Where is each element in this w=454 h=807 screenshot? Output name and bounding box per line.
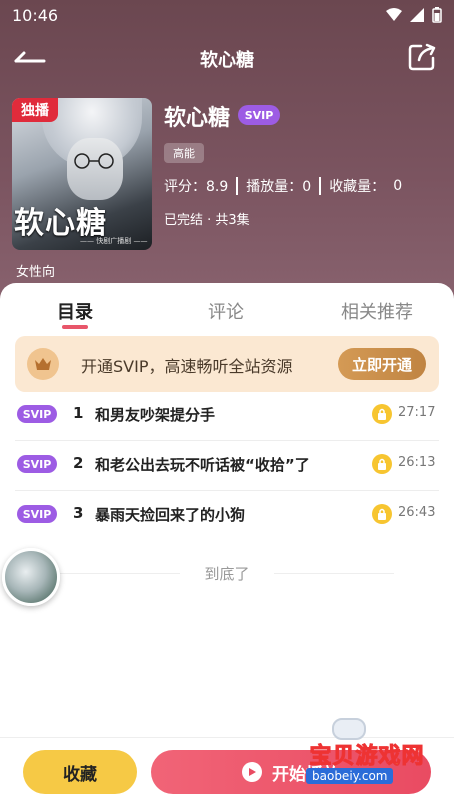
favorite-count-label: 收藏量： bbox=[329, 179, 386, 195]
episode-row[interactable]: SVIP 3 暴雨天捡回来了的小狗 26:43 bbox=[15, 491, 439, 541]
album-title: 软心糖 bbox=[164, 106, 231, 131]
tab-bar: 目录 评论 相关推荐 bbox=[0, 298, 454, 328]
episode-duration: 27:17 bbox=[398, 405, 436, 420]
episode-number: 3 bbox=[73, 504, 84, 522]
status-bar: 10:46 bbox=[0, 0, 454, 30]
svip-badge: SVIP bbox=[17, 455, 57, 473]
top-bar: 软心糖 bbox=[0, 38, 454, 78]
open-svip-button[interactable]: 立即开通 bbox=[338, 348, 426, 380]
lock-icon bbox=[372, 404, 392, 424]
play-icon bbox=[242, 762, 262, 782]
episode-row[interactable]: SVIP 2 和老公出去玩不听话被“收拾”了 26:13 bbox=[15, 441, 439, 491]
episode-row[interactable]: SVIP 1 和男友吵架提分手 27:17 bbox=[15, 391, 439, 441]
favorite-count: 0 bbox=[393, 178, 403, 194]
status-time: 10:46 bbox=[12, 5, 59, 25]
svip-badge: SVIP bbox=[17, 405, 57, 423]
cover-caption: —— 快剧广播剧 —— bbox=[80, 237, 148, 245]
share-button[interactable] bbox=[407, 42, 437, 72]
watermark-url: baobeiy.com bbox=[306, 768, 394, 784]
episode-number: 2 bbox=[73, 454, 84, 472]
tab-recommendations[interactable]: 相关推荐 bbox=[341, 298, 413, 324]
lock-icon bbox=[372, 504, 392, 524]
episode-title: 和老公出去玩不听话被“收拾”了 bbox=[95, 456, 310, 474]
promo-text: 开通SVIP，高速畅听全站资源 bbox=[81, 357, 293, 376]
watermark-logo: 宝贝游戏网 baobeiy.com bbox=[282, 718, 452, 804]
watermark-text: 宝贝游戏网 bbox=[309, 744, 425, 770]
signal-icon bbox=[410, 8, 424, 22]
episode-number: 1 bbox=[73, 404, 84, 422]
episode-title: 暴雨天捡回来了的小狗 bbox=[95, 506, 246, 524]
episode-title: 和男友吵架提分手 bbox=[95, 406, 216, 424]
play-count: 播放量：0 bbox=[246, 179, 312, 195]
album-stats: 评分：8.9 播放量：0 收藏量： 0 bbox=[164, 176, 402, 196]
svip-badge: SVIP bbox=[238, 105, 280, 125]
lock-icon bbox=[372, 454, 392, 474]
gamepad-icon bbox=[332, 718, 366, 740]
collect-button[interactable]: 收藏 bbox=[23, 750, 137, 794]
wifi-icon bbox=[386, 8, 402, 21]
episode-duration: 26:43 bbox=[398, 505, 436, 520]
rating: 评分：8.9 bbox=[164, 179, 229, 195]
crown-icon bbox=[27, 348, 59, 380]
battery-icon bbox=[432, 7, 442, 23]
tab-catalog[interactable]: 目录 bbox=[57, 298, 93, 324]
share-icon bbox=[408, 43, 436, 71]
glasses-icon bbox=[74, 153, 114, 169]
divider bbox=[319, 177, 322, 195]
svip-badge: SVIP bbox=[17, 505, 57, 523]
tab-indicator bbox=[62, 325, 88, 329]
divider bbox=[236, 177, 239, 195]
episode-duration: 26:13 bbox=[398, 455, 436, 470]
svip-promo-banner[interactable]: 开通SVIP，高速畅听全站资源 立即开通 bbox=[15, 336, 439, 392]
genre-tag[interactable]: 高能 bbox=[164, 143, 204, 163]
audience-tag: 女性向 bbox=[16, 265, 56, 280]
exclusive-badge: 独播 bbox=[12, 98, 58, 122]
end-of-list-text: 到底了 bbox=[204, 565, 250, 583]
episode-summary: 已完结 · 共3集 bbox=[164, 213, 250, 228]
floating-player-avatar[interactable] bbox=[2, 548, 60, 606]
tab-comments[interactable]: 评论 bbox=[208, 298, 244, 324]
page-title: 软心糖 bbox=[200, 50, 254, 71]
